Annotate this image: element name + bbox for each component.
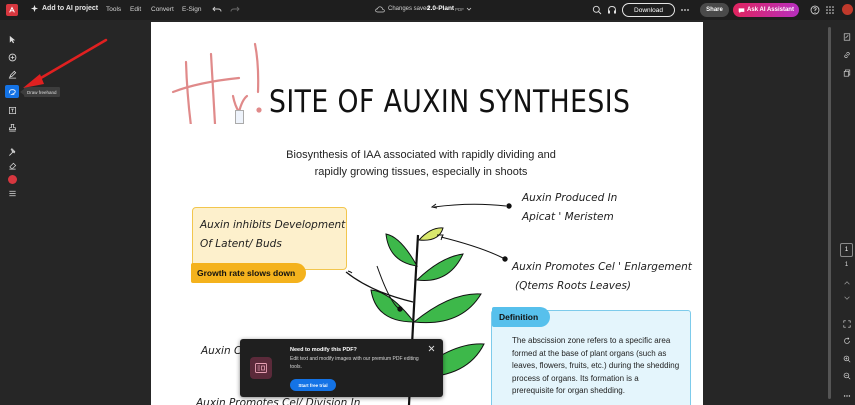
rotate-button[interactable] <box>840 334 853 347</box>
rotate-icon <box>843 336 850 344</box>
eraser-icon <box>8 162 16 170</box>
growth-rate-badge: Growth rate slows down <box>191 263 306 283</box>
edit-pdf-panel-button[interactable] <box>840 30 853 43</box>
ask-ai-assistant-label: Ask AI Assistant <box>747 7 794 13</box>
draw-freehand-tool-button[interactable] <box>5 85 19 98</box>
link-icon <box>843 51 850 58</box>
add-to-ai-project-button[interactable]: Add to AI project <box>30 4 98 13</box>
select-tool-button[interactable] <box>5 33 19 46</box>
definition-badge: Definition <box>492 307 550 327</box>
share-button[interactable]: Share <box>700 3 729 17</box>
add-to-ai-project-label: Add to AI project <box>42 5 99 12</box>
note-auxin-produced: Auxin Produced In Apicat ' Meristem <box>522 189 617 227</box>
help-icon[interactable] <box>810 5 820 15</box>
zoom-in-icon <box>843 355 850 362</box>
user-avatar[interactable] <box>842 4 853 15</box>
menu-edit[interactable]: Edit <box>130 6 141 13</box>
start-free-trial-button[interactable]: Start free trial <box>290 379 336 391</box>
edit-pdf-icon <box>843 32 850 41</box>
note-auxin-promotes: Auxin Promotes Cel ' Enlargement (Qtems … <box>512 258 692 296</box>
color-swatch-icon <box>7 175 17 184</box>
top-bar: Add to AI project Tools Edit Convert E-S… <box>0 0 855 20</box>
comment-tool-button[interactable] <box>5 51 19 64</box>
more-tools-button[interactable] <box>5 187 19 200</box>
menu-lines-icon <box>8 190 16 197</box>
previous-page-button[interactable] <box>840 276 853 289</box>
text-box-icon <box>8 106 16 115</box>
edit-pdf-icon <box>250 357 272 379</box>
promo-text: Edit text and modify images with our pre… <box>290 356 419 370</box>
ask-ai-assistant-button[interactable]: Ask AI Assistant <box>733 3 799 17</box>
copy-icon <box>843 69 850 77</box>
apps-grid-icon[interactable] <box>825 5 835 15</box>
chevron-down-icon <box>843 296 850 300</box>
note-auxin-inhibits-line-1: Auxin inhibits Development <box>200 219 346 231</box>
headphones-icon[interactable] <box>607 5 617 15</box>
current-page-number: 1 <box>844 247 849 253</box>
bookmark-panel-button[interactable] <box>840 48 853 61</box>
redo-icon[interactable] <box>230 4 240 14</box>
save-status: Changes saved <box>388 6 430 12</box>
definition-text: The abscission zone refers to a specific… <box>512 336 680 395</box>
current-page-input[interactable]: 1 <box>840 243 853 257</box>
note-auxin-inhibits: Auxin inhibits Development Of Latent/ Bu… <box>200 216 345 254</box>
chevron-down-icon[interactable] <box>466 6 472 12</box>
add-text-tool-button[interactable] <box>5 104 19 117</box>
add-comment-icon <box>8 53 16 62</box>
download-label: Download <box>634 6 663 14</box>
definition-label: Definition <box>499 312 539 322</box>
next-page-button[interactable] <box>840 291 853 304</box>
chevron-up-icon <box>843 280 850 284</box>
close-icon[interactable] <box>428 345 435 352</box>
thumbnails-panel-button[interactable] <box>840 66 853 79</box>
note-auxin-inhibits-line-2: Of Latent/ Buds <box>200 238 282 250</box>
highlighter-icon <box>8 70 16 79</box>
menu-e-sign[interactable]: E-Sign <box>182 6 202 13</box>
more-options-icon[interactable] <box>680 5 690 15</box>
menu-convert[interactable]: Convert <box>151 6 174 13</box>
eraser-tool-button[interactable] <box>5 159 19 172</box>
stamp-icon <box>8 123 16 132</box>
menu-tools[interactable]: Tools <box>106 6 121 13</box>
pin-tool-button[interactable] <box>5 145 19 158</box>
file-name[interactable]: 2.0-Plant <box>427 5 454 12</box>
fit-page-button[interactable] <box>840 317 853 330</box>
fit-page-icon <box>842 319 851 328</box>
highlight-tool-button[interactable] <box>5 68 19 81</box>
zoom-out-icon <box>843 372 850 379</box>
color-picker-button[interactable] <box>5 173 19 186</box>
undo-icon[interactable] <box>212 4 222 14</box>
draw-freehand-icon <box>8 89 16 96</box>
note-auxin-promotes-line-2: (Qtems Roots Leaves) <box>515 280 632 292</box>
note-auxin-produced-line-2: Apicat ' Meristem <box>522 211 614 223</box>
upgrade-promo-popup: Need to modify this PDF? Edit text and m… <box>240 339 443 397</box>
red-arrow-annotation <box>23 38 108 88</box>
add-ai-icon <box>30 4 39 13</box>
more-view-options-button[interactable] <box>840 389 853 402</box>
zoom-in-button[interactable] <box>840 352 853 365</box>
start-free-trial-label: Start free trial <box>298 382 328 388</box>
note-auxin-promotes-line-1: Auxin Promotes Cel ' Enlargement <box>512 261 692 273</box>
file-type: PDF <box>455 7 464 12</box>
more-options-icon <box>843 394 850 397</box>
note-auxin-produced-line-1: Auxin Produced In <box>522 192 618 204</box>
search-icon[interactable] <box>592 5 602 15</box>
cloud-saved-icon <box>375 6 385 13</box>
ai-assistant-icon <box>738 7 745 13</box>
promo-title: Need to modify this PDF? <box>290 347 357 353</box>
pin-icon <box>8 148 15 156</box>
download-button[interactable]: Download <box>622 3 675 17</box>
share-label: Share <box>706 7 723 13</box>
cursor-icon <box>9 35 15 44</box>
acrobat-logo-icon[interactable] <box>6 4 18 16</box>
total-pages: 1 <box>844 262 849 268</box>
vertical-scrollbar[interactable] <box>826 22 834 405</box>
zoom-out-button[interactable] <box>840 369 853 382</box>
stamp-tool-button[interactable] <box>5 121 19 134</box>
growth-rate-label: Growth rate slows down <box>197 268 296 278</box>
scrollbar-thumb[interactable] <box>828 27 831 399</box>
pdf-editor-app: Add to AI project Tools Edit Convert E-S… <box>0 0 855 405</box>
